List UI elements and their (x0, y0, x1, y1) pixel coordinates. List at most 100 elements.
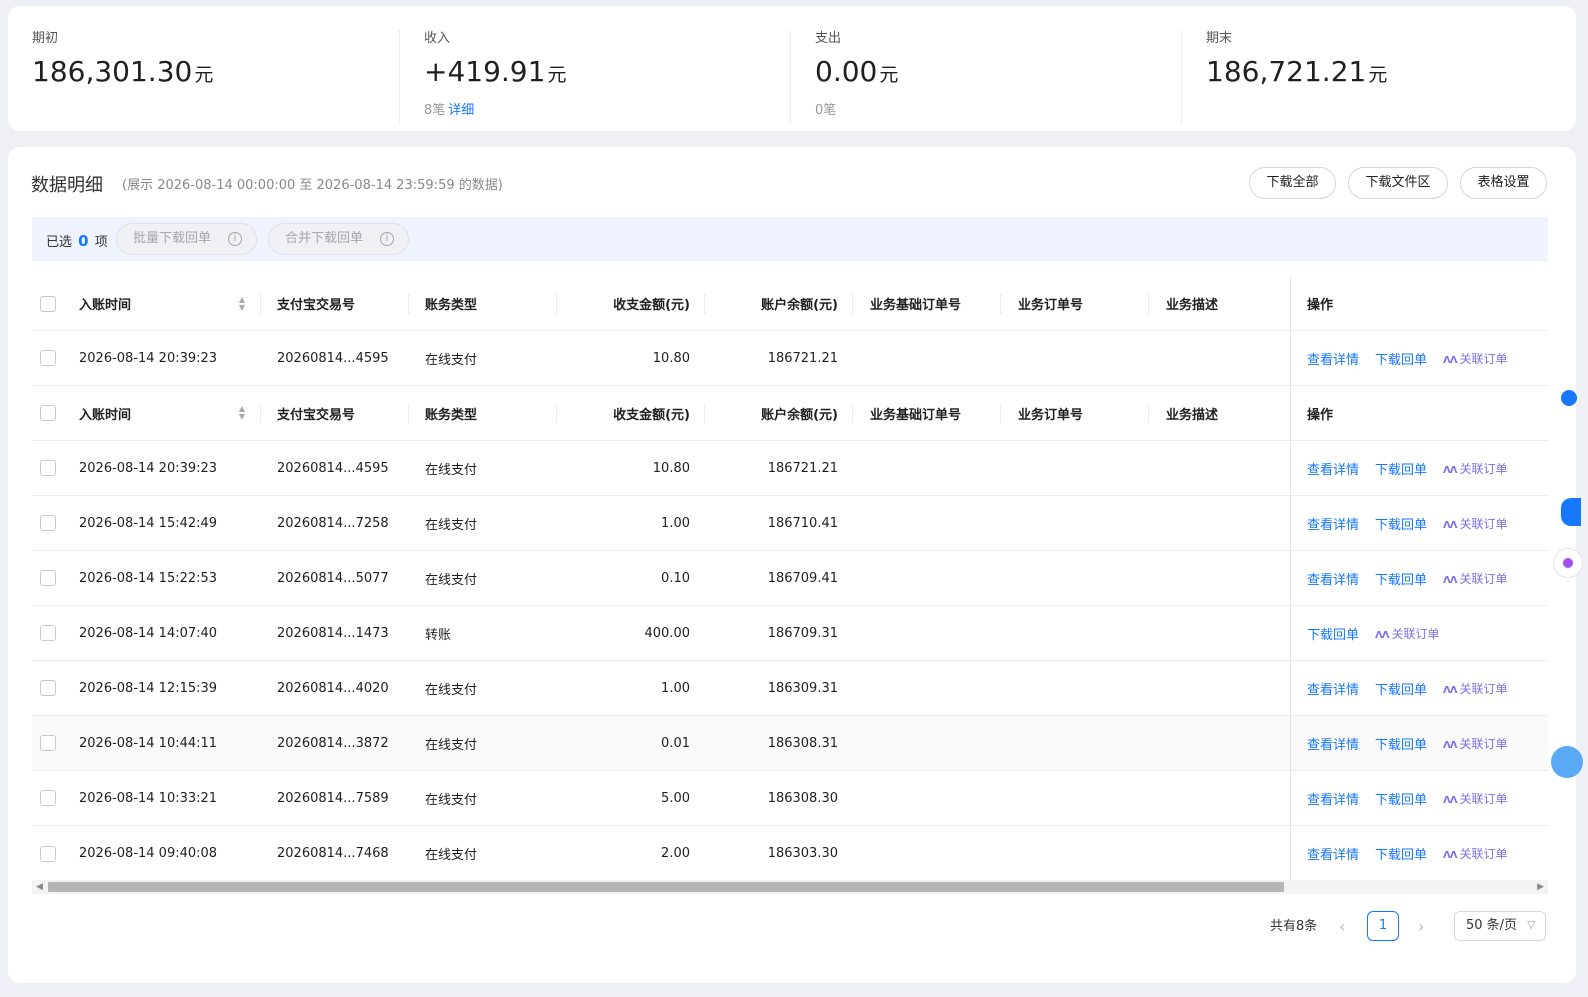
stat-value: 0.00 元 (815, 55, 899, 88)
chevron-right-icon[interactable]: › (1418, 912, 1424, 942)
relate-order-link[interactable]: ΛΛ 关联订单 (1443, 460, 1508, 477)
transactions-table: 入账时间 ▲ ▼ 支付宝交易号 账务类型 收支金额(元) 账户余额(元) 业务基础订… (32, 277, 1548, 881)
col-type: 账务类型 (425, 298, 478, 313)
view-detail-link[interactable]: 查看详情 (1307, 679, 1359, 698)
view-detail-link[interactable]: 查看详情 (1307, 349, 1359, 368)
download-receipt-link[interactable]: 下载回单 (1375, 569, 1427, 588)
row-checkbox[interactable] (40, 735, 56, 751)
download-receipt-link[interactable]: 下载回单 (1375, 514, 1427, 533)
row-checkbox[interactable] (40, 570, 56, 586)
table-settings-button[interactable]: 表格设置 (1460, 167, 1547, 199)
table-row: 2026-08-14 15:22:53 20260814...5077 在线支付… (32, 551, 1548, 606)
download-receipt-link[interactable]: 下载回单 (1375, 679, 1427, 698)
row-checkbox[interactable] (40, 515, 56, 531)
download-receipt-link[interactable]: 下载回单 (1375, 844, 1427, 863)
table-row: 2026-08-14 15:42:49 20260814...7258 在线支付… (32, 496, 1548, 551)
relate-icon: ΛΛ (1443, 684, 1458, 696)
page-title: 数据明细 (31, 175, 103, 196)
download-receipt-link[interactable]: 下载回单 (1375, 349, 1427, 368)
info-icon[interactable]: i (228, 232, 242, 246)
stat-value: 186,301.30 元 (32, 55, 214, 88)
col-time[interactable]: 入账时间 ▲ ▼ (79, 277, 259, 330)
col-order: 业务订单号 (1018, 298, 1084, 313)
robot-icon[interactable] (1551, 746, 1583, 778)
row-checkbox[interactable] (40, 350, 56, 366)
summary-card: 期初 186,301.30 元 收入 +419.91 元 8笔 详细 支出 0.00 元… (8, 6, 1576, 131)
relate-order-link[interactable]: ΛΛ 关联订单 (1443, 515, 1508, 532)
col-amount: 收支金额(元) (613, 298, 690, 313)
table-row: 2026-08-14 10:44:11 20260814...3872 在线支付… (32, 716, 1548, 771)
page-number-current[interactable]: 1 (1367, 911, 1399, 941)
scrollbar-thumb[interactable] (48, 882, 1284, 892)
download-all-button[interactable]: 下载全部 (1249, 167, 1336, 199)
table-row: 2026-08-14 20:39:23 20260814...4595 在线支付… (32, 441, 1548, 496)
details-card: 数据明细 (展示 2026-08-14 00:00:00 至 2026-08-1… (8, 147, 1576, 983)
relate-icon: ΛΛ (1443, 464, 1458, 476)
chevron-down-icon: ▽ (1527, 920, 1535, 931)
horizontal-scrollbar[interactable]: ◀ ▶ (32, 880, 1548, 894)
batch-download-button[interactable]: 批量下载回单 i (116, 223, 257, 255)
relate-order-link[interactable]: ΛΛ 关联订单 (1375, 625, 1440, 642)
view-detail-link[interactable]: 查看详情 (1307, 514, 1359, 533)
download-receipt-link[interactable]: 下载回单 (1375, 734, 1427, 753)
row-checkbox[interactable] (40, 460, 56, 476)
info-icon[interactable]: i (380, 232, 394, 246)
float-dot-icon[interactable] (1561, 390, 1577, 406)
download-area-button[interactable]: 下载文件区 (1348, 167, 1448, 199)
relate-icon: ΛΛ (1443, 574, 1458, 586)
relate-order-link[interactable]: ΛΛ 关联订单 (1443, 845, 1508, 862)
row-checkbox[interactable] (40, 845, 56, 862)
pagination-total: 共有8条 (1270, 919, 1318, 934)
table-header-sticky: 入账时间 ▲ ▼ 支付宝交易号 账务类型 收支金额(元) 账户余额(元) 业务基础订… (32, 386, 1548, 441)
row-checkbox[interactable] (40, 790, 56, 806)
view-detail-link[interactable]: 查看详情 (1307, 734, 1359, 753)
download-receipt-link[interactable]: 下载回单 (1375, 459, 1427, 478)
stat-value: +419.91 元 (424, 55, 567, 88)
stat-sub: 8笔 详细 (424, 103, 475, 118)
chevron-left-icon[interactable]: ‹ (1339, 912, 1345, 942)
sort-icon[interactable]: ▲ ▼ (237, 295, 247, 312)
table-row: 2026-08-14 09:40:08 20260814...7468 在线支付… (32, 826, 1548, 881)
relate-order-link[interactable]: ΛΛ 关联订单 (1443, 570, 1508, 587)
relate-order-link[interactable]: ΛΛ 关联订单 (1443, 350, 1508, 367)
col-biz-order: 业务基础订单号 (870, 298, 962, 313)
scroll-right-icon[interactable]: ▶ (1537, 880, 1544, 894)
table-row: 2026-08-14 20:39:23 20260814...4595 在线支付… (32, 331, 1548, 386)
relate-order-link[interactable]: ΛΛ 关联订单 (1443, 790, 1508, 807)
relate-order-link[interactable]: ΛΛ 关联订单 (1443, 680, 1508, 697)
relate-icon: ΛΛ (1375, 629, 1390, 641)
assistant-icon[interactable] (1553, 548, 1583, 578)
float-tab-icon[interactable] (1561, 498, 1581, 526)
view-detail-link[interactable]: 查看详情 (1307, 459, 1359, 478)
stat-label: 支出 (815, 31, 842, 46)
view-detail-link[interactable]: 查看详情 (1307, 789, 1359, 808)
row-checkbox[interactable] (40, 680, 56, 696)
relate-order-link[interactable]: ΛΛ 关联订单 (1443, 735, 1508, 752)
page-size-select[interactable]: 50 条/页 ▽ (1454, 911, 1546, 941)
scroll-left-icon[interactable]: ◀ (36, 880, 43, 894)
sort-icon[interactable]: ▲ ▼ (237, 405, 247, 421)
relate-icon: ΛΛ (1443, 354, 1458, 366)
download-receipt-link[interactable]: 下载回单 (1375, 789, 1427, 808)
row-checkbox[interactable] (40, 625, 56, 641)
col-trade-no: 支付宝交易号 (277, 298, 356, 313)
select-all-checkbox[interactable] (40, 405, 56, 421)
selection-bar: 已选 0 项 批量下载回单 i 合并下载回单 i (32, 217, 1548, 261)
col-time[interactable]: 入账时间 ▲ ▼ (79, 386, 259, 440)
stat-label: 期初 (32, 31, 59, 46)
stat-expense: 支出 0.00 元 0笔 (790, 30, 898, 124)
stat-closing: 期末 186,721.21 元 (1181, 30, 1387, 124)
col-op: 操作 (1307, 298, 1334, 313)
date-range-text: (展示 2026-08-14 00:00:00 至 2026-08-14 23:… (122, 178, 503, 193)
stat-income: 收入 +419.91 元 8笔 详细 (399, 30, 566, 124)
select-all-checkbox[interactable] (40, 295, 56, 312)
merge-download-button[interactable]: 合并下载回单 i (268, 223, 409, 255)
view-detail-link[interactable]: 查看详情 (1307, 844, 1359, 863)
download-receipt-link[interactable]: 下载回单 (1307, 624, 1359, 643)
stat-sub: 0笔 (815, 103, 837, 118)
table-header: 入账时间 ▲ ▼ 支付宝交易号 账务类型 收支金额(元) 账户余额(元) 业务基础订… (32, 277, 1548, 331)
income-detail-link[interactable]: 详细 (448, 103, 474, 118)
stat-value: 186,721.21 元 (1206, 55, 1388, 88)
relate-icon: ΛΛ (1443, 850, 1458, 861)
view-detail-link[interactable]: 查看详情 (1307, 569, 1359, 588)
